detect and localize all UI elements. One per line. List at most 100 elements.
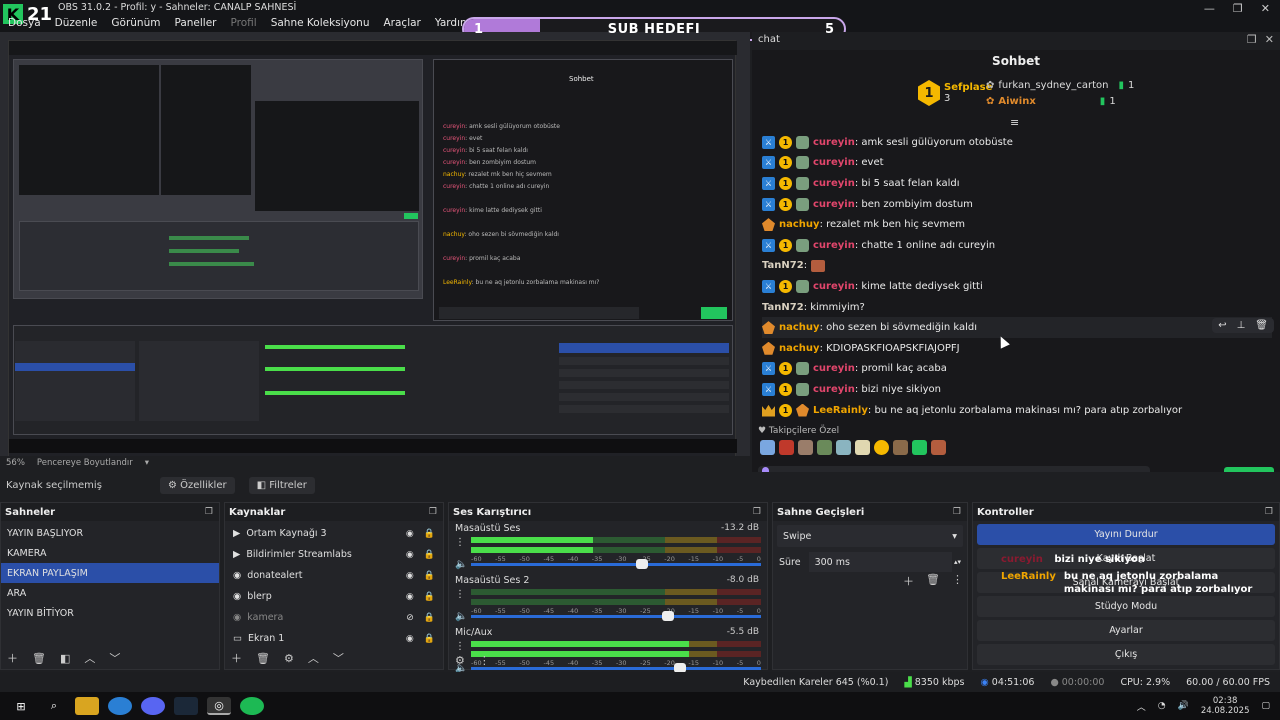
emote-icon[interactable] bbox=[912, 440, 927, 455]
gear-icon[interactable]: ⚙ bbox=[284, 652, 294, 665]
chat-message[interactable]: ⚔ 1 cureyin: bizi niye sikiyon bbox=[762, 379, 1272, 400]
chat-message[interactable]: 1 LeeRainly: bu ne aq jetonlu zorbalama m… bbox=[762, 400, 1272, 421]
source-item[interactable]: ◉ kamera ⊘ 🔒 bbox=[225, 607, 443, 628]
source-item[interactable]: ▶ Bildirimler Streamlabs ◉ 🔒 bbox=[225, 544, 443, 565]
reply-icon[interactable]: ↩ bbox=[1218, 320, 1226, 331]
properties-button[interactable]: ⚙ Özellikler bbox=[160, 476, 235, 494]
chat-message[interactable]: TanN72: bbox=[762, 256, 1272, 277]
chat-username[interactable]: cureyin bbox=[813, 240, 855, 251]
scene-item[interactable]: YAYIN BAŞLIYOR bbox=[1, 523, 219, 543]
file-explorer-icon[interactable] bbox=[75, 697, 99, 715]
gear-icon[interactable]: ⚙ bbox=[455, 654, 465, 667]
minimize-button[interactable]: — bbox=[1204, 2, 1215, 15]
emote-icon[interactable] bbox=[779, 440, 794, 455]
chat-message[interactable]: ⚔ 1 cureyin: kime latte dediysek gitti bbox=[762, 276, 1272, 297]
chat-message[interactable]: ⚔ 1 cureyin: chatte 1 online adı cureyin bbox=[762, 235, 1272, 256]
chat-message[interactable]: ⚔ 1 cureyin: ben zombiyim dostum bbox=[762, 194, 1272, 215]
trash-icon[interactable]: 🗑 bbox=[256, 652, 270, 665]
volume-icon[interactable]: 🔊 bbox=[1178, 701, 1189, 711]
lock-icon[interactable]: 🔒 bbox=[424, 634, 435, 644]
clock[interactable]: 02:38 24.08.2025 bbox=[1201, 696, 1250, 716]
channel-menu-icon[interactable]: ⋮ bbox=[455, 537, 465, 548]
chat-message[interactable]: TanN72: kimmiyim? bbox=[762, 297, 1272, 318]
emote-icon[interactable] bbox=[817, 440, 832, 455]
float-dock-icon[interactable]: ❐ bbox=[1265, 507, 1273, 517]
eye-icon[interactable]: ◉ bbox=[406, 529, 414, 539]
speaker-icon[interactable]: 🔈 bbox=[455, 611, 467, 622]
eye-icon[interactable]: ◉ bbox=[406, 571, 414, 581]
chevron-down-icon[interactable]: ▾ bbox=[145, 458, 149, 468]
notification-icon[interactable]: ▢ bbox=[1261, 701, 1270, 711]
chat-username[interactable]: cureyin bbox=[813, 157, 855, 168]
lock-icon[interactable]: 🔒 bbox=[424, 550, 435, 560]
pin-icon[interactable]: ⊥ bbox=[1237, 320, 1246, 331]
chat-message[interactable]: ⚔ 1 cureyin: evet bbox=[762, 153, 1272, 174]
emote-icon[interactable] bbox=[931, 440, 946, 455]
search-icon[interactable]: ⌕ bbox=[42, 697, 66, 715]
add-icon[interactable]: ＋ bbox=[231, 650, 242, 666]
source-item[interactable]: ▶ Ortam Kaynağı 3 ◉ 🔒 bbox=[225, 523, 443, 544]
eye-off-icon[interactable]: ⊘ bbox=[406, 613, 414, 623]
volume-slider[interactable] bbox=[471, 559, 761, 569]
eye-icon[interactable]: ◉ bbox=[406, 592, 414, 602]
emote-icon[interactable] bbox=[893, 440, 908, 455]
float-dock-icon[interactable]: ❐ bbox=[753, 507, 761, 517]
settings-button[interactable]: Ayarlar bbox=[977, 620, 1275, 641]
scene-item[interactable]: EKRAN PAYLAŞIM bbox=[1, 563, 219, 583]
lock-icon[interactable]: 🔒 bbox=[424, 571, 435, 581]
steam-icon[interactable] bbox=[174, 697, 198, 715]
filters-button[interactable]: ◧ Filtreler bbox=[248, 476, 315, 494]
source-item[interactable]: ◉ blerp ◉ 🔒 bbox=[225, 586, 443, 607]
speaker-icon[interactable]: 🔈 bbox=[455, 559, 467, 570]
chat-message[interactable]: nachuy: rezalet mk ben hiç sevmem bbox=[762, 214, 1272, 235]
emote-icon[interactable] bbox=[855, 440, 870, 455]
stream-preview[interactable]: Sohbet cureyin: amk sesli gülüyorum otob… bbox=[0, 32, 750, 456]
chat-username[interactable]: nachuy bbox=[779, 322, 820, 333]
studio-mode-button[interactable]: Stüdyo Modu bbox=[977, 596, 1275, 617]
scene-item[interactable]: ARA bbox=[1, 583, 219, 603]
chat-menu-icon[interactable]: ≡ bbox=[1010, 116, 1019, 129]
emote-icon[interactable] bbox=[874, 440, 889, 455]
close-dock-icon[interactable]: ✕ bbox=[1265, 33, 1274, 46]
menu-scene-collection[interactable]: Sahne Koleksiyonu bbox=[271, 17, 370, 29]
eye-icon[interactable]: ◉ bbox=[406, 634, 414, 644]
maximize-button[interactable]: ❐ bbox=[1233, 2, 1243, 15]
chat-username[interactable]: nachuy bbox=[779, 219, 820, 230]
menu-docks[interactable]: Paneller bbox=[174, 17, 216, 29]
scene-item[interactable]: YAYIN BİTİYOR bbox=[1, 603, 219, 623]
lock-icon[interactable]: 🔒 bbox=[424, 613, 435, 623]
emote-icon[interactable] bbox=[760, 440, 775, 455]
float-dock-icon[interactable]: ❐ bbox=[429, 507, 437, 517]
menu-edit[interactable]: Düzenle bbox=[55, 17, 98, 29]
float-dock-icon[interactable]: ❐ bbox=[1247, 33, 1257, 46]
zoom-mode[interactable]: Pencereye Boyutlandır bbox=[37, 458, 133, 468]
chevron-down-icon[interactable]: ﹀ bbox=[109, 650, 120, 666]
exit-button[interactable]: Çıkış bbox=[977, 644, 1275, 665]
duration-stepper[interactable]: ▴▾ bbox=[954, 558, 961, 566]
chevron-up-icon[interactable]: ︿ bbox=[84, 650, 95, 666]
zoom-value[interactable]: 56% bbox=[6, 458, 25, 468]
more-icon[interactable]: ⋮ bbox=[952, 573, 963, 589]
chat-message[interactable]: nachuy: oho sezen bi sövmediğin kaldı ↩ ⊥ 🗑 bbox=[762, 317, 1274, 338]
channel-menu-icon[interactable]: ⋮ bbox=[455, 589, 465, 600]
menu-tools[interactable]: Araçlar bbox=[384, 17, 421, 29]
chat-message[interactable]: ⚔ 1 cureyin: bi 5 saat felan kaldı bbox=[762, 173, 1272, 194]
spotify-icon[interactable] bbox=[240, 697, 264, 715]
trash-icon[interactable]: 🗑 bbox=[1255, 320, 1268, 331]
chat-username[interactable]: LeeRainly bbox=[813, 405, 868, 416]
emote-icon[interactable] bbox=[798, 440, 813, 455]
discord-icon[interactable] bbox=[141, 697, 165, 715]
chat-message[interactable]: nachuy: KDIOPASKFIOAPSKFIAJOPFJ bbox=[762, 338, 1272, 359]
more-icon[interactable]: ⋮ bbox=[479, 654, 490, 667]
scene-item[interactable]: KAMERA bbox=[1, 543, 219, 563]
chat-username[interactable]: cureyin bbox=[813, 178, 855, 189]
chevron-up-icon[interactable]: ︿ bbox=[308, 650, 319, 666]
tray-chevron-up-icon[interactable]: ︿ bbox=[1137, 700, 1146, 713]
source-item[interactable]: ▭ Ekran 1 ◉ 🔒 bbox=[225, 628, 443, 649]
chat-message[interactable]: ⚔ 1 cureyin: promil kaç acaba bbox=[762, 359, 1272, 380]
volume-slider[interactable] bbox=[471, 611, 761, 621]
chat-username[interactable]: cureyin bbox=[813, 199, 855, 210]
menu-profile[interactable]: Profil bbox=[231, 17, 257, 29]
stop-streaming-button[interactable]: Yayını Durdur bbox=[977, 524, 1275, 545]
lock-icon[interactable]: 🔒 bbox=[424, 592, 435, 602]
